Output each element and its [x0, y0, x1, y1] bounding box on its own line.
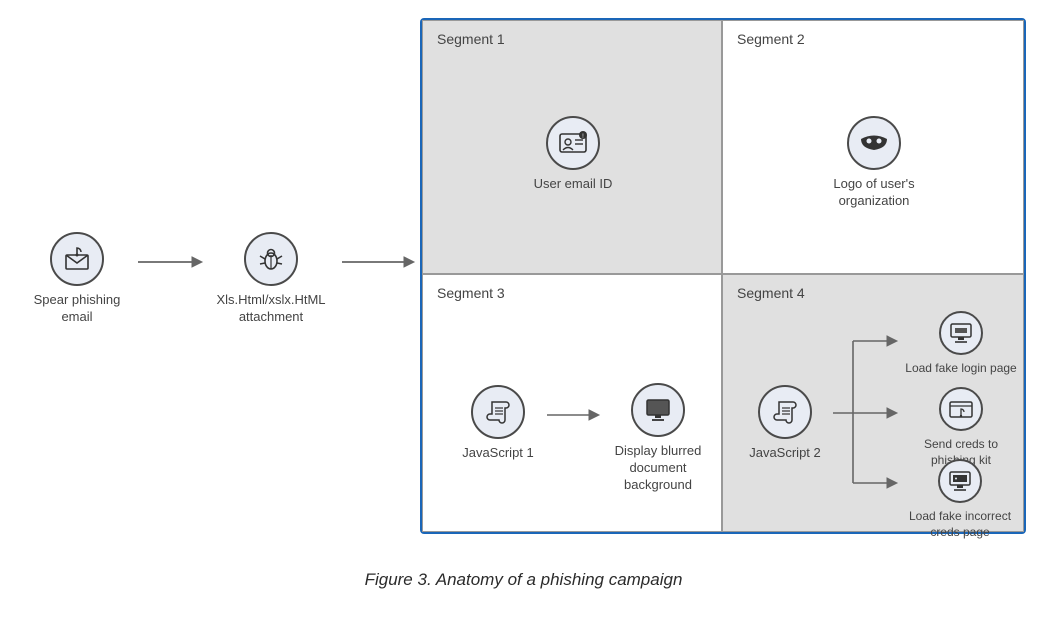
segment-2-box: Segment 2 Logo of user's organization	[722, 20, 1024, 274]
arrow-icon	[338, 250, 416, 274]
segment-1-title: Segment 1	[437, 31, 505, 47]
bug-icon	[244, 232, 298, 286]
javascript1-label: JavaScript 1	[453, 445, 543, 462]
attachment-label: Xls.Html/xslx.HtML attachment	[206, 292, 336, 326]
arrow-icon	[545, 405, 601, 425]
user-email-id-label: User email ID	[518, 176, 628, 193]
segment-3-box: Segment 3 JavaScript 1	[422, 274, 722, 532]
fake-incorrect-label: Load fake incorrect creds page	[895, 509, 1025, 540]
phishing-anatomy-diagram: Spear phishing email Xls.Html/xslx.HtML …	[0, 0, 1047, 624]
envelope-hook-icon	[50, 232, 104, 286]
user-email-id-node: ! User email ID	[518, 116, 628, 193]
fake-login-label: Load fake login page	[901, 361, 1021, 377]
logo-node: Logo of user's organization	[819, 116, 929, 210]
send-creds-node: Send creds to phishing kit	[901, 387, 1021, 468]
javascript2-label: JavaScript 2	[741, 445, 829, 462]
logo-label: Logo of user's organization	[819, 176, 929, 210]
blurred-doc-label: Display blurred document background	[603, 443, 713, 494]
fake-login-node: Load fake login page	[901, 311, 1021, 377]
monitor-icon	[939, 311, 983, 355]
fake-incorrect-node: Load fake incorrect creds page	[895, 459, 1025, 540]
javascript2-node: JavaScript 2	[741, 385, 829, 462]
segment-2-title: Segment 2	[737, 31, 805, 47]
branch-arrows-icon	[829, 313, 899, 493]
error-monitor-icon	[938, 459, 982, 503]
segment-1-box: Segment 1 ! User email ID	[422, 20, 722, 274]
scroll-icon	[471, 385, 525, 439]
arrow-icon	[134, 250, 204, 274]
phishing-page-icon	[939, 387, 983, 431]
segment-4-title: Segment 4	[737, 285, 805, 301]
javascript1-node: JavaScript 1	[453, 385, 543, 462]
attachment-node: Xls.Html/xslx.HtML attachment	[206, 232, 336, 326]
segment-3-title: Segment 3	[437, 285, 505, 301]
mask-icon	[847, 116, 901, 170]
id-badge-icon: !	[546, 116, 600, 170]
segment-4-box: Segment 4 JavaScript 2	[722, 274, 1024, 532]
figure-caption: Figure 3. Anatomy of a phishing campaign	[0, 570, 1047, 590]
spear-phishing-email-label: Spear phishing email	[22, 292, 132, 326]
scroll-icon	[758, 385, 812, 439]
monitor-icon	[631, 383, 685, 437]
blurred-doc-node: Display blurred document background	[603, 383, 713, 494]
spear-phishing-email-node: Spear phishing email	[22, 232, 132, 326]
